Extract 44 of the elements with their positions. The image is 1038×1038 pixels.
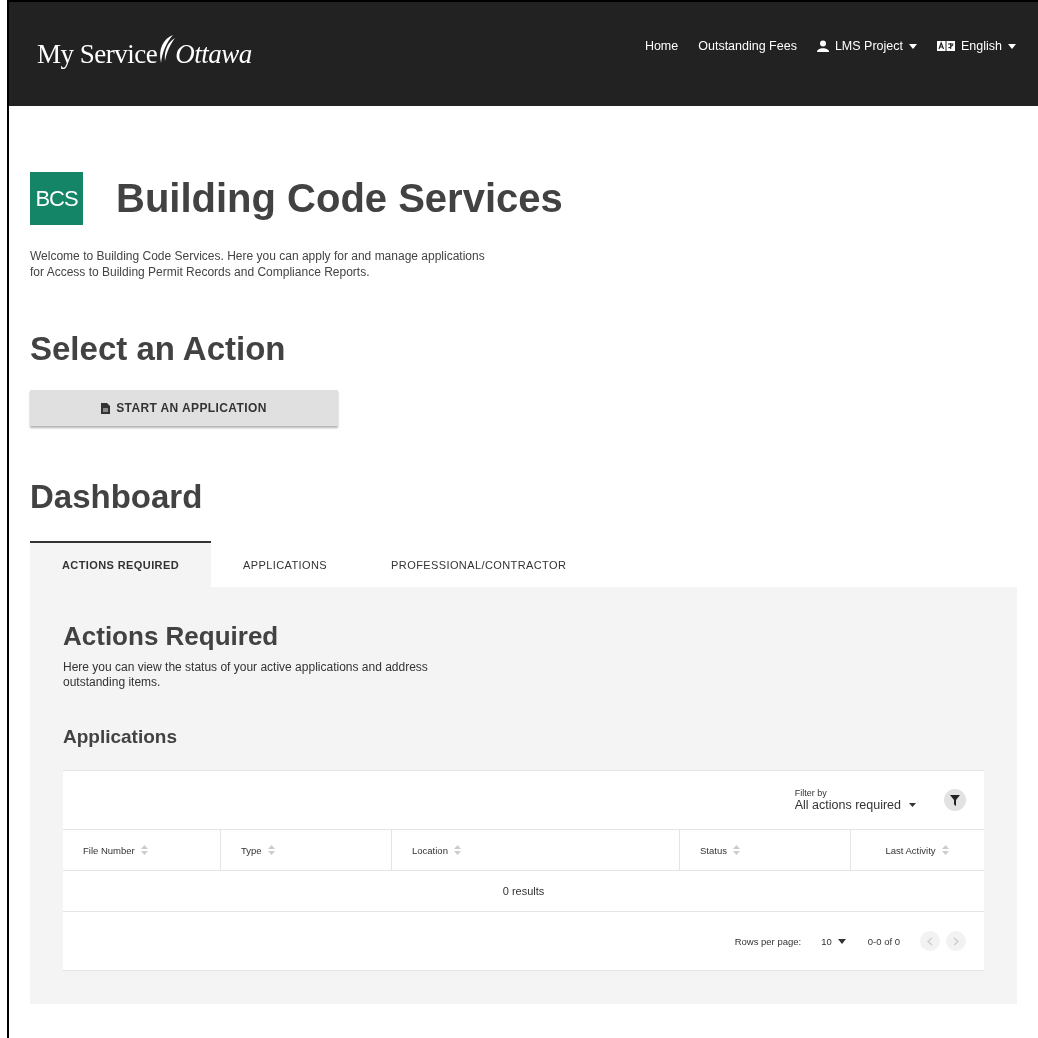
tab[interactable]: ACTIONS REQUIRED xyxy=(30,541,212,588)
tab[interactable]: PROFESSIONAL/CONTRACTOR xyxy=(359,541,599,588)
nav-link[interactable]: Outstanding Fees xyxy=(698,39,797,53)
column-header[interactable]: Location xyxy=(392,830,680,871)
sort-icon xyxy=(732,845,740,856)
filter-icon xyxy=(950,794,960,806)
sort-icon xyxy=(453,845,461,856)
column-header[interactable]: Type xyxy=(221,830,392,871)
tab[interactable]: APPLICATIONS xyxy=(211,541,360,588)
empty-message: 0 results xyxy=(63,871,984,913)
document-icon xyxy=(101,402,111,414)
start-application-button[interactable]: START AN APPLICATION xyxy=(30,390,338,427)
language-icon xyxy=(937,41,955,51)
panel-description: Here you can view the status of your active applications and address outstanding items. xyxy=(63,660,429,691)
chevron-left-icon xyxy=(927,936,933,946)
panel-heading: Actions Required xyxy=(63,621,280,653)
caret-icon xyxy=(909,803,916,808)
column-header[interactable]: File Number xyxy=(63,830,221,871)
logo-text[interactable]: Ottawa xyxy=(175,38,252,70)
caret-icon xyxy=(837,938,846,944)
column-header[interactable]: Last Activity xyxy=(851,830,983,871)
logo-text[interactable]: My Service xyxy=(37,38,158,70)
user-icon xyxy=(816,40,829,52)
filter-button[interactable] xyxy=(944,789,966,812)
user-menu[interactable]: LMS Project xyxy=(816,39,917,53)
chevron-right-icon xyxy=(953,936,959,946)
intro-text: Welcome to Building Code Services. Here you can apply for and manage applications for Access to Building Permit Records and Compliance Reports. xyxy=(30,249,486,281)
caret-icon xyxy=(909,43,917,49)
page-title: Building Code Services xyxy=(116,176,563,221)
rows-per-page-select[interactable]: 10 xyxy=(815,934,852,948)
section-heading: Select an Action xyxy=(30,330,287,369)
nav-link[interactable]: Home xyxy=(644,39,679,53)
page-range: 0-0 of 0 xyxy=(867,935,900,947)
sort-icon xyxy=(941,845,949,856)
sort-icon xyxy=(267,845,275,856)
filter-dropdown[interactable]: Filter by All actions required xyxy=(794,788,916,813)
table-heading: Applications xyxy=(63,726,178,749)
section-heading: Dashboard xyxy=(30,478,204,517)
column-header[interactable]: Status xyxy=(680,830,851,871)
sort-icon xyxy=(140,845,148,856)
caret-icon xyxy=(1008,43,1016,49)
rows-per-page-label: Rows per page: xyxy=(734,935,802,947)
language-menu[interactable]: English xyxy=(937,39,1016,53)
bcs-logo: BCS xyxy=(30,172,83,225)
